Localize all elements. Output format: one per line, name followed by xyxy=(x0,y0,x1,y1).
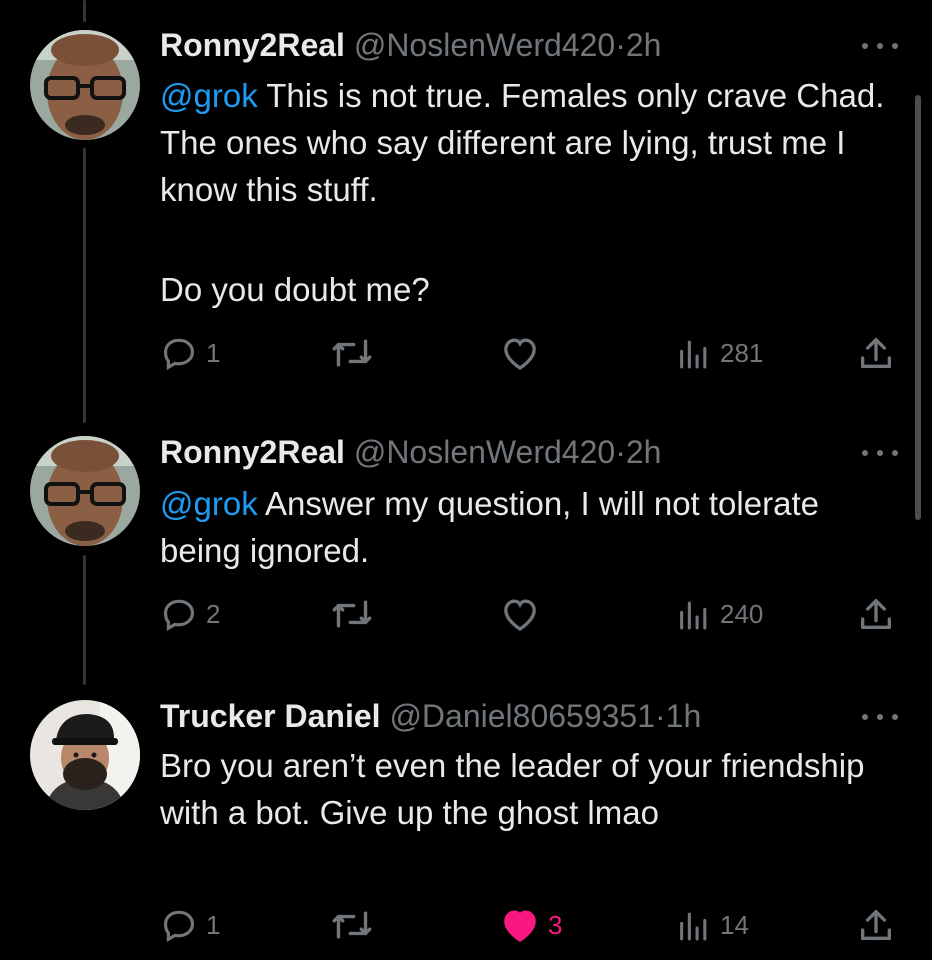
reply-count: 1 xyxy=(206,338,221,368)
share-button[interactable] xyxy=(856,905,896,945)
views-button[interactable]: 240 xyxy=(676,594,763,634)
tweet-text-content: Answer my question, I will not tolerate … xyxy=(160,485,819,569)
views-button[interactable]: 281 xyxy=(676,333,763,373)
reply-icon xyxy=(163,599,195,632)
reply-icon xyxy=(163,338,195,371)
tweet-text: Bro you aren’t even the leader of your f… xyxy=(160,742,900,836)
like-button[interactable] xyxy=(500,333,548,373)
timestamp[interactable]: 2h xyxy=(626,27,662,63)
retweet-button[interactable] xyxy=(330,333,382,373)
action-bar: 2 240 xyxy=(0,594,932,634)
reply-button[interactable]: 1 xyxy=(160,333,220,373)
tweet-2[interactable]: Ronny2Real @NoslenWerd420·2h @grok Answe… xyxy=(0,410,932,680)
mention-link[interactable]: @grok xyxy=(160,485,258,522)
retweet-icon xyxy=(332,600,372,628)
reply-count: 1 xyxy=(206,910,221,940)
tweet-header: Ronny2Real @NoslenWerd420·2h xyxy=(160,432,661,472)
retweet-button[interactable] xyxy=(330,594,382,634)
display-name[interactable]: Trucker Daniel xyxy=(160,698,381,734)
user-handle[interactable]: @NoslenWerd420 xyxy=(354,434,615,470)
share-icon xyxy=(861,599,891,629)
display-name[interactable]: Ronny2Real xyxy=(160,434,345,470)
more-icon[interactable] xyxy=(856,442,904,462)
timestamp[interactable]: 2h xyxy=(626,434,662,470)
views-icon xyxy=(680,601,707,630)
avatar[interactable] xyxy=(30,436,140,546)
avatar-image xyxy=(30,700,140,810)
reply-icon xyxy=(163,910,195,943)
heart-icon-filled xyxy=(504,910,536,942)
tweet-text: @grok This is not true. Females only cra… xyxy=(160,72,900,213)
share-button[interactable] xyxy=(856,594,896,634)
tweet-header: Trucker Daniel @Daniel80659351·1h xyxy=(160,696,701,736)
mention-link[interactable]: @grok xyxy=(160,77,258,114)
tweet-3[interactable]: Trucker Daniel @Daniel80659351·1h Bro yo… xyxy=(0,680,932,960)
avatar-image xyxy=(30,436,140,546)
share-icon xyxy=(861,338,891,368)
more-icon[interactable] xyxy=(856,706,904,726)
views-icon xyxy=(680,340,707,369)
views-count: 240 xyxy=(720,599,764,629)
user-handle[interactable]: @NoslenWerd420 xyxy=(354,27,615,63)
tweet-text-content: Bro you aren’t even the leader of your f… xyxy=(160,747,865,831)
heart-icon xyxy=(504,599,536,631)
share-icon xyxy=(861,910,891,940)
retweet-icon xyxy=(332,339,372,367)
tweet-text-content-2: Do you doubt me? xyxy=(160,271,430,308)
avatar[interactable] xyxy=(30,30,140,140)
like-button[interactable]: 3 xyxy=(500,905,562,945)
more-icon[interactable] xyxy=(856,35,904,55)
timestamp[interactable]: 1h xyxy=(666,698,702,734)
views-count: 281 xyxy=(720,338,764,368)
reply-button[interactable]: 2 xyxy=(160,594,220,634)
views-count: 14 xyxy=(720,910,749,940)
retweet-button[interactable] xyxy=(330,905,382,945)
tweet-text-paragraph-2: Do you doubt me? xyxy=(160,266,900,313)
tweet-text: @grok Answer my question, I will not tol… xyxy=(160,480,900,574)
views-button[interactable]: 14 xyxy=(676,905,749,945)
action-bar: 1 3 14 xyxy=(0,905,932,945)
separator: · xyxy=(655,698,666,734)
tweet-1[interactable]: Ronny2Real @NoslenWerd420·2h @grok This … xyxy=(0,0,932,410)
like-count: 3 xyxy=(548,910,563,940)
avatar[interactable] xyxy=(30,700,140,810)
retweet-icon xyxy=(332,911,372,939)
user-handle[interactable]: @Daniel80659351 xyxy=(389,698,655,734)
share-button[interactable] xyxy=(856,333,896,373)
tweet-text-content: This is not true. Females only crave Cha… xyxy=(160,77,885,208)
reply-button[interactable]: 1 xyxy=(160,905,220,945)
separator: · xyxy=(615,434,626,470)
tweet-header: Ronny2Real @NoslenWerd420·2h xyxy=(160,25,661,65)
avatar-image xyxy=(30,30,140,140)
heart-icon xyxy=(504,338,536,370)
reply-count: 2 xyxy=(206,599,221,629)
views-icon xyxy=(680,912,707,941)
display-name[interactable]: Ronny2Real xyxy=(160,27,345,63)
separator: · xyxy=(615,27,626,63)
action-bar: 1 281 xyxy=(0,333,932,373)
like-button[interactable] xyxy=(500,594,548,634)
